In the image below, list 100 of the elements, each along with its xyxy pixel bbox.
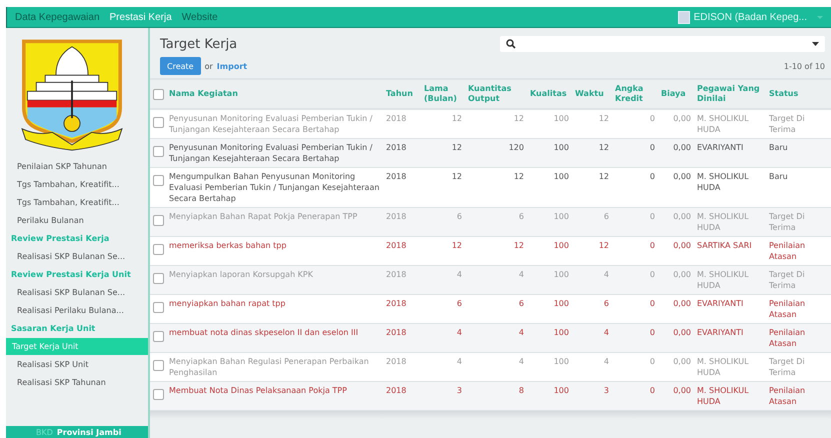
table-cell: 6: [604, 299, 609, 308]
table-cell: memeriksa berkas bahan tpp: [169, 241, 286, 250]
table-cell: menyiapkan bahan rapat tpp: [169, 299, 286, 308]
table-cell: 0,00: [673, 386, 691, 395]
table-cell: 100: [554, 241, 569, 250]
table-cell: 100: [554, 270, 569, 279]
column-header[interactable]: Kualitas: [527, 79, 572, 109]
table-cell: 12: [452, 172, 462, 181]
table-cell: 4: [604, 270, 609, 279]
nav-link[interactable]: Prestasi Kerja: [110, 12, 172, 22]
table-cell: 4: [456, 357, 462, 366]
table-cell: Mengumpulkan Bahan Penyusunan Monitoring Evaluasi Pemberian Tukin / Tunjangan Kesejahteraan Secara Bertahap: [169, 172, 380, 203]
table-cell: 6: [456, 212, 462, 221]
table-cell: 12: [598, 241, 609, 250]
row-checkbox[interactable]: [153, 389, 164, 400]
table-cell: 2018: [386, 212, 406, 221]
table-cell: 0: [650, 241, 655, 250]
sidebar-item[interactable]: Penilaian SKP Tahunan: [6, 158, 148, 175]
row-checkbox[interactable]: [153, 360, 164, 371]
row-checkbox[interactable]: [153, 215, 164, 226]
table-cell: 2018: [386, 241, 406, 250]
table-cell: EVARIYANTI: [697, 328, 744, 337]
sidebar-heading: Sasaran Kerja Unit: [10, 323, 96, 335]
column-header[interactable]: Lama (Bulan): [421, 79, 465, 109]
table-cell: M. SHOLIKUL HUDA: [697, 114, 749, 134]
pager-label: 1-10 of 10: [784, 62, 825, 70]
sidebar-heading: Review Prestasi Kerja: [10, 233, 110, 245]
table-cell: 12: [514, 241, 524, 250]
table-cell: 6: [604, 212, 609, 221]
nav-link[interactable]: Website: [182, 12, 218, 22]
table-cell: 0: [650, 114, 655, 123]
nav-link[interactable]: Data Kepegawaian: [15, 12, 100, 22]
table-cell: Penilaian Atasan: [769, 328, 806, 348]
table-cell: 0: [650, 270, 655, 279]
caret-icon[interactable]: [812, 42, 819, 46]
row-checkbox[interactable]: [153, 175, 164, 186]
table-cell: 2018: [386, 328, 406, 337]
search-field[interactable]: [500, 36, 825, 52]
table-cell: 0,00: [673, 172, 691, 181]
column-header[interactable]: Pegawai Yang Dinilai: [694, 79, 766, 109]
sidebar-item[interactable]: Target Kerja Unit: [6, 338, 148, 355]
column-header[interactable]: Kuantitas Output: [465, 79, 527, 109]
table-cell: 2018: [386, 386, 406, 395]
sidebar-item[interactable]: Realisasi Perilaku Bulana...: [6, 302, 148, 319]
table-cell: 2018: [386, 270, 406, 279]
import-link[interactable]: Import: [216, 62, 248, 70]
sidebar-item[interactable]: Tgs Tambahan, Kreatifit...: [6, 194, 148, 211]
sidebar-item[interactable]: Realisasi SKP Tahunan: [6, 374, 148, 391]
sidebar-item[interactable]: Realisasi SKP Bulanan Se...: [6, 284, 148, 301]
table-cell: 3: [604, 386, 609, 395]
table-cell: 0,00: [673, 357, 691, 366]
sidebar-item[interactable]: Perilaku Bulanan: [6, 212, 148, 229]
column-header[interactable]: Biaya: [658, 79, 694, 109]
row-checkbox[interactable]: [153, 244, 164, 255]
table-cell: Penilaian Atasan: [769, 241, 806, 261]
row-checkbox[interactable]: [153, 117, 164, 128]
sidebar-heading: Review Prestasi Kerja Unit: [10, 269, 132, 281]
org-label: BKD: [36, 428, 53, 436]
create-button[interactable]: Create: [160, 57, 201, 75]
table-cell: SARTIKA SARI: [697, 241, 752, 250]
column-header[interactable]: Nama Kegiatan: [166, 79, 383, 109]
table-cell: 8: [518, 386, 524, 395]
table-cell: 6: [518, 299, 524, 308]
avatar-icon: [678, 10, 690, 24]
column-header[interactable]: Angka Kredit: [612, 79, 658, 109]
table-cell: 0: [650, 143, 655, 152]
table-cell: 4: [604, 328, 609, 337]
table-cell: M. SHOLIKUL HUDA: [697, 270, 749, 290]
row-checkbox[interactable]: [153, 146, 164, 157]
table-cell: 4: [518, 357, 524, 366]
table-cell: 0,00: [673, 212, 691, 221]
table-cell: 0,00: [673, 114, 691, 123]
table-cell: Target Di Terima: [769, 270, 805, 290]
column-header[interactable]: Waktu: [572, 79, 612, 109]
table-cell: Target Di Terima: [769, 114, 805, 134]
table-cell: 12: [598, 143, 609, 152]
sidebar-item[interactable]: Realisasi SKP Unit: [6, 356, 148, 373]
table-cell: 2018: [386, 299, 406, 308]
select-all-checkbox[interactable]: [153, 89, 164, 100]
table-cell: 120: [508, 143, 524, 152]
column-header[interactable]: Tahun: [383, 79, 421, 109]
table-cell: Baru: [769, 172, 788, 181]
table-cell: M. SHOLIKUL HUDA: [697, 386, 749, 406]
or-label: or: [204, 62, 213, 70]
table-cell: Target Di Terima: [769, 212, 805, 232]
table-cell: M. SHOLIKUL HUDA: [697, 172, 749, 192]
table-cell: 4: [456, 328, 462, 337]
table-cell: 12: [452, 114, 462, 123]
row-checkbox[interactable]: [153, 273, 164, 284]
sidebar-item[interactable]: Tgs Tambahan, Kreatifit...: [6, 176, 148, 193]
row-checkbox[interactable]: [153, 331, 164, 342]
sidebar-item[interactable]: Realisasi SKP Bulanan Se...: [6, 248, 148, 265]
column-header[interactable]: Status: [766, 79, 831, 109]
table-cell: 0: [650, 172, 655, 181]
table-cell: 4: [604, 357, 609, 366]
table-cell: 12: [598, 172, 609, 181]
row-checkbox[interactable]: [153, 302, 164, 313]
table-cell: 0: [650, 357, 655, 366]
user-menu[interactable]: EDISON (Badan Kepeg...: [694, 12, 807, 22]
table-cell: 12: [514, 172, 524, 181]
